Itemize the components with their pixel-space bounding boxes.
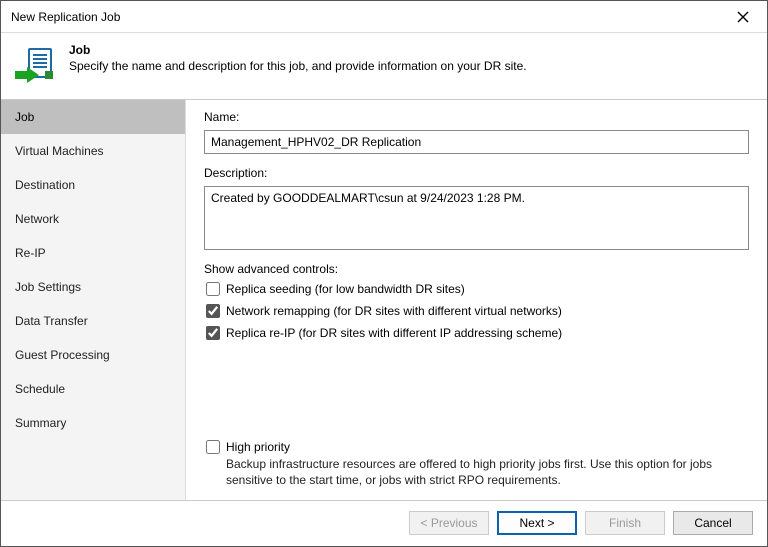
sidebar-step-job-settings[interactable]: Job Settings [1, 270, 185, 304]
sidebar-step-network[interactable]: Network [1, 202, 185, 236]
network-remapping-checkbox[interactable] [206, 304, 220, 318]
previous-button[interactable]: < Previous [409, 511, 489, 535]
wizard-main: Name: Description: Show advanced control… [186, 100, 767, 500]
replication-job-icon [15, 47, 55, 87]
sidebar-step-schedule[interactable]: Schedule [1, 372, 185, 406]
name-input[interactable] [204, 130, 749, 154]
next-button[interactable]: Next > [497, 511, 577, 535]
network-remapping-label: Network remapping (for DR sites with dif… [226, 304, 562, 318]
replica-reip-checkbox[interactable] [206, 326, 220, 340]
close-icon[interactable] [721, 2, 765, 32]
advanced-controls-label: Show advanced controls: [204, 262, 749, 276]
replica-seeding-label: Replica seeding (for low bandwidth DR si… [226, 282, 465, 296]
description-input[interactable] [204, 186, 749, 250]
window-title: New Replication Job [11, 10, 120, 24]
wizard-header: Job Specify the name and description for… [1, 33, 767, 99]
sidebar-step-guest-processing[interactable]: Guest Processing [1, 338, 185, 372]
high-priority-checkbox[interactable] [206, 440, 220, 454]
wizard-footer: < Previous Next > Finish Cancel [1, 500, 767, 544]
replica-reip-label: Replica re-IP (for DR sites with differe… [226, 326, 562, 340]
sidebar-step-virtual-machines[interactable]: Virtual Machines [1, 134, 185, 168]
page-title: Job [69, 43, 527, 57]
name-label: Name: [204, 110, 749, 124]
replica-seeding-checkbox[interactable] [206, 282, 220, 296]
sidebar-step-reip[interactable]: Re-IP [1, 236, 185, 270]
high-priority-label: High priority [226, 440, 290, 454]
sidebar-step-summary[interactable]: Summary [1, 406, 185, 440]
page-subtitle: Specify the name and description for thi… [69, 59, 527, 73]
sidebar-step-destination[interactable]: Destination [1, 168, 185, 202]
sidebar-step-data-transfer[interactable]: Data Transfer [1, 304, 185, 338]
wizard-sidebar: Job Virtual Machines Destination Network… [1, 100, 186, 500]
cancel-button[interactable]: Cancel [673, 511, 753, 535]
finish-button[interactable]: Finish [585, 511, 665, 535]
sidebar-step-job[interactable]: Job [1, 100, 185, 134]
high-priority-description: Backup infrastructure resources are offe… [226, 456, 749, 488]
titlebar: New Replication Job [1, 1, 767, 33]
description-label: Description: [204, 166, 749, 180]
